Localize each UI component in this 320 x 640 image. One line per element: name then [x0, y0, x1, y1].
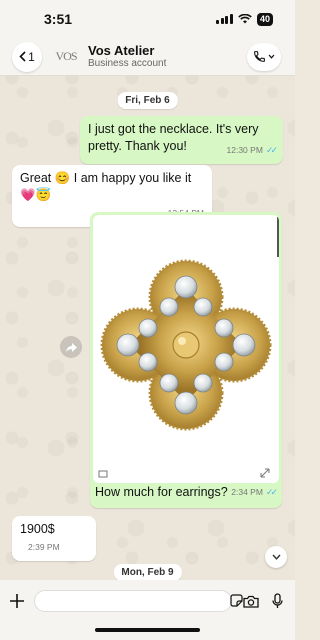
call-button[interactable]: [247, 42, 281, 71]
earring-photo: [98, 217, 279, 478]
scroll-down-button[interactable]: [265, 546, 287, 568]
camera-icon: [243, 595, 259, 608]
phone-icon: [254, 51, 265, 62]
message-time: 2:39 PM: [28, 542, 60, 552]
microphone-icon: [271, 593, 283, 608]
chat-header: 1 VOS Vos Atelier Business account: [0, 38, 295, 76]
message-text: Great 😊 I am happy you like it 💗😇: [20, 171, 192, 202]
incoming-message[interactable]: 1900$ 2:39 PM: [12, 516, 96, 561]
image-caption: How much for earrings?: [95, 485, 228, 499]
status-bar: 3:51 40: [0, 0, 295, 38]
contact-subtitle: Business account: [88, 58, 167, 69]
read-ticks-icon: ✓✓: [265, 486, 278, 497]
attach-button[interactable]: [8, 590, 26, 612]
battery-icon: 40: [256, 12, 273, 26]
forward-icon: [65, 342, 77, 352]
message-time: 12:30 PM: [226, 145, 263, 155]
sticker-icon[interactable]: [230, 594, 243, 607]
wifi-icon: [238, 14, 252, 24]
outgoing-message[interactable]: I just got the necklace. It's very prett…: [80, 116, 283, 164]
read-ticks-icon: ✓✓: [265, 145, 278, 155]
signal-icon: [216, 14, 233, 24]
earring-image[interactable]: [93, 215, 279, 483]
chevron-down-icon: [271, 554, 281, 560]
message-time: 2:34 PM: [231, 487, 263, 497]
back-button[interactable]: 1: [12, 41, 42, 72]
contact-info[interactable]: Vos Atelier Business account: [88, 43, 247, 70]
date-separator: Mon, Feb 9: [113, 564, 182, 581]
microphone-button[interactable]: [268, 590, 286, 612]
chevron-left-icon: [19, 51, 26, 62]
image-message[interactable]: How much for earrings? 2:34 PM ✓✓: [90, 212, 282, 508]
message-text: 1900$: [20, 522, 55, 536]
avatar[interactable]: VOS: [52, 43, 80, 71]
message-input[interactable]: [34, 590, 232, 612]
unread-count: 1: [28, 49, 35, 64]
message-meta: 2:34 PM ✓✓: [231, 486, 278, 498]
chevron-down-icon: [268, 54, 275, 59]
status-time: 3:51: [44, 11, 73, 27]
message-meta: 12:30 PM ✓✓: [226, 142, 279, 159]
date-separator: Fri, Feb 6: [117, 92, 178, 109]
contact-name: Vos Atelier: [88, 43, 155, 58]
avatar-logo-text: VOS: [55, 49, 77, 63]
forward-button[interactable]: [60, 336, 82, 358]
home-indicator: [95, 628, 200, 632]
plus-icon: [10, 594, 24, 608]
camera-button[interactable]: [242, 590, 260, 612]
status-icons: 40: [216, 12, 273, 26]
